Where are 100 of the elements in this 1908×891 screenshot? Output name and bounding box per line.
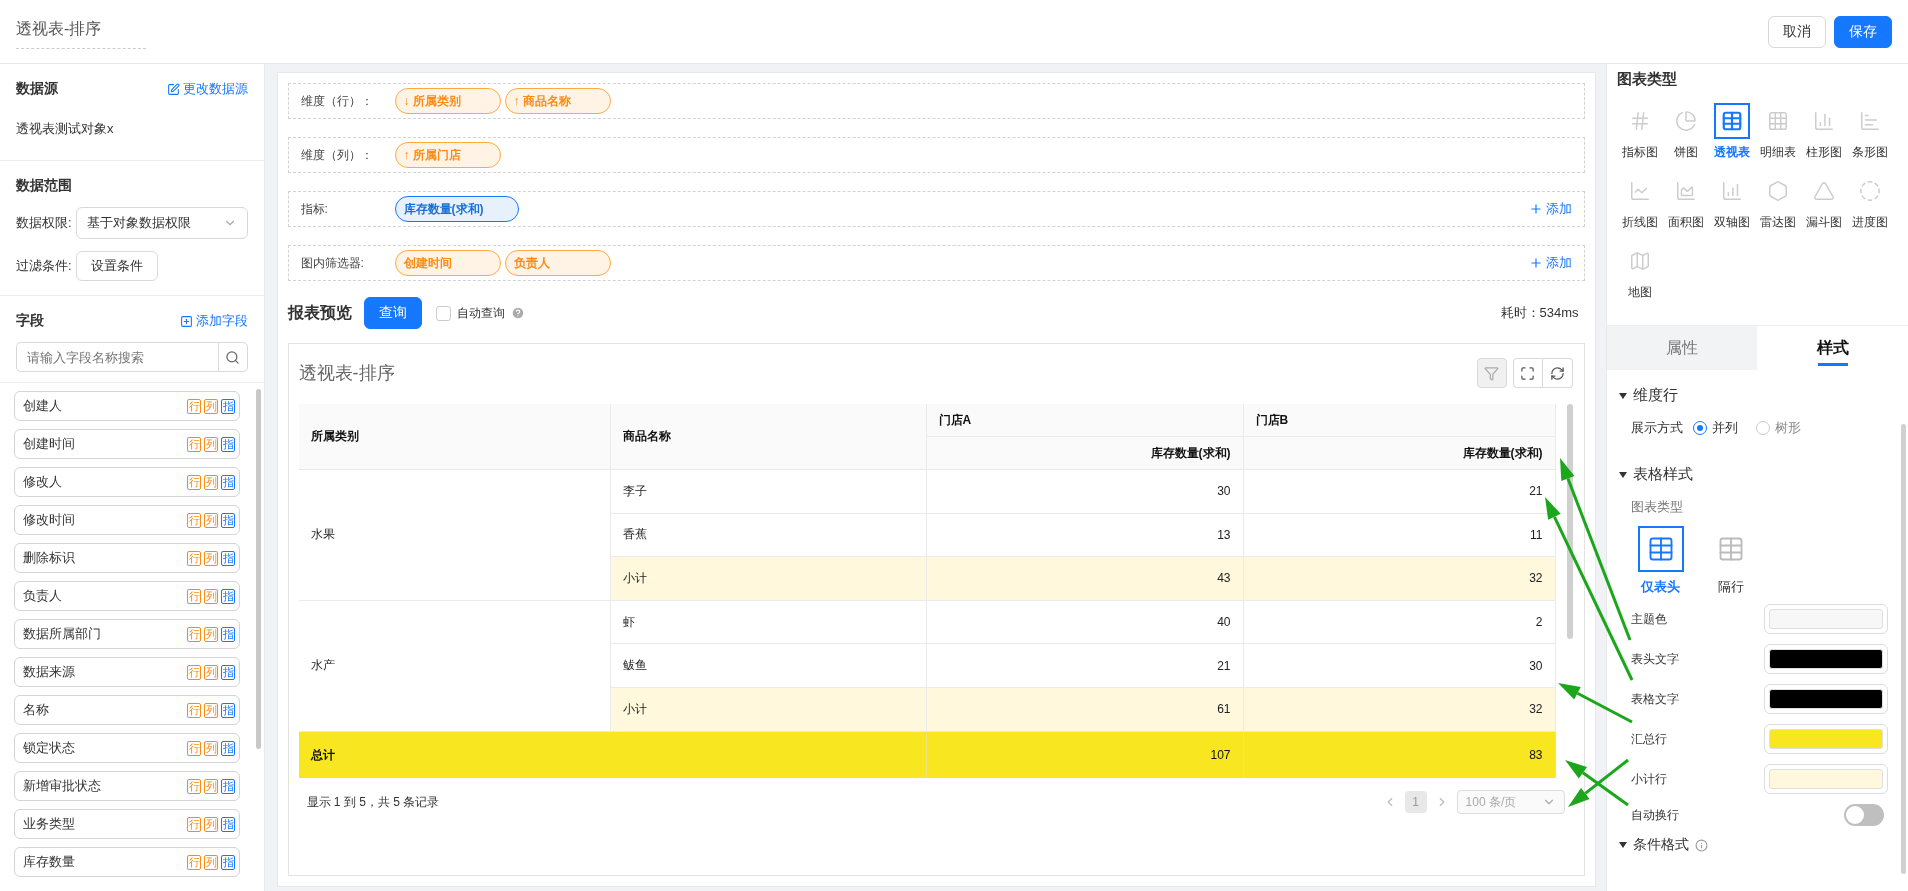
field-tag[interactable]: 列 [204,626,218,642]
page-number[interactable]: 1 [1404,791,1427,813]
field-tag[interactable]: 指 [221,512,235,528]
field-tag[interactable]: 行 [187,778,201,794]
report-title[interactable]: 透视表-排序 [16,14,146,49]
field-tag[interactable]: 行 [187,436,201,452]
field-chip[interactable]: ↑ 商品名称 [504,88,611,114]
chart-type-option[interactable]: 进度图 [1846,173,1893,231]
panel-tab[interactable]: 属性 [1606,326,1758,370]
field-item[interactable]: 负责人 行 列 指 [14,581,240,611]
chart-type-option[interactable]: 雷达图 [1754,173,1801,231]
field-item[interactable]: 库存数量 行 列 指 [14,847,240,877]
field-tag[interactable]: 指 [221,436,235,452]
field-tag[interactable]: 行 [187,550,201,566]
field-search-field[interactable]: 请输入字段名称搜索 [16,342,218,372]
field-chip[interactable]: ↓ 所属类别 [394,88,501,114]
field-tag[interactable]: 指 [221,740,235,756]
add-link[interactable]: 添加 [1528,254,1572,272]
field-tag[interactable]: 列 [204,816,218,832]
field-tag[interactable]: 指 [221,778,235,794]
field-tag[interactable]: 指 [221,398,235,414]
scrollbar[interactable] [1901,424,1906,874]
query-button[interactable]: 查询 [363,297,422,329]
help-icon[interactable] [510,306,525,320]
field-tag[interactable]: 行 [187,512,201,528]
info-icon[interactable] [1694,838,1708,852]
field-item[interactable]: 创建时间 行 列 指 [14,429,240,459]
field-tag[interactable]: 指 [221,664,235,680]
field-item[interactable]: 数据来源 行 列 指 [14,657,240,687]
field-tag[interactable]: 列 [204,474,218,490]
toggle-switch[interactable] [1844,804,1884,826]
add-link[interactable]: 添加 [1528,200,1572,218]
field-tag[interactable]: 列 [204,398,218,414]
chart-type-option[interactable]: 饼图 [1662,103,1709,161]
field-tag[interactable]: 行 [187,854,201,870]
field-item[interactable]: 修改人 行 列 指 [14,467,240,497]
scrollbar[interactable] [255,389,261,749]
chart-type-option[interactable]: 地图 [1616,243,1663,301]
field-item[interactable]: 数据所属部门 行 列 指 [14,619,240,649]
field-tag[interactable]: 行 [187,588,201,604]
field-item[interactable]: 创建人 行 列 指 [14,391,240,421]
chart-type-option[interactable]: 柱形图 [1800,103,1847,161]
field-item[interactable]: 删除标识 行 列 指 [14,543,240,573]
caret-icon[interactable] [1618,842,1627,848]
field-tag[interactable]: 行 [187,398,201,414]
field-tag[interactable]: 行 [187,740,201,756]
filter-icon[interactable] [1476,358,1507,388]
field-tag[interactable]: 列 [204,588,218,604]
field-item[interactable]: 名称 行 列 指 [14,695,240,725]
add-field-link[interactable]: 添加字段 [179,312,248,330]
save-button[interactable]: 保存 [1834,15,1892,48]
field-tag[interactable]: 行 [187,702,201,718]
field-tag[interactable]: 指 [221,550,235,566]
chart-type-option[interactable]: 透视表 [1708,103,1755,161]
chart-type-option[interactable]: 面积图 [1662,173,1709,231]
set-condition-button[interactable]: 设置条件 [75,251,158,281]
chart-type-option[interactable]: 漏斗图 [1800,173,1847,231]
chart-type-option[interactable]: 指标图 [1616,103,1663,161]
chart-type-option[interactable]: 明细表 [1754,103,1801,161]
field-chip[interactable]: ↑ 所属门店 [394,142,501,168]
field-tag[interactable]: 指 [221,702,235,718]
caret-icon[interactable] [1618,471,1627,478]
field-tag[interactable]: 列 [204,664,218,680]
chart-type-option[interactable]: 折线图 [1616,173,1663,231]
fullscreen-icon[interactable] [1512,358,1543,388]
field-tag[interactable]: 行 [187,816,201,832]
chart-type-option[interactable]: 双轴图 [1708,173,1755,231]
search-button[interactable] [217,342,248,372]
field-tag[interactable]: 指 [221,474,235,490]
page-size-select[interactable]: 100 条/页 [1456,790,1565,814]
refresh-icon[interactable] [1542,358,1573,388]
field-tag[interactable]: 指 [221,854,235,870]
field-tag[interactable]: 列 [204,702,218,718]
field-item[interactable]: 修改时间 行 列 指 [14,505,240,535]
auto-query-checkbox[interactable] [435,305,451,321]
field-label: 表格文字 [1630,690,1679,708]
field-tag[interactable]: 指 [221,816,235,832]
field-tag[interactable]: 列 [204,740,218,756]
field-tag[interactable]: 指 [221,626,235,642]
field-chip[interactable]: 库存数量(求和) [394,196,519,222]
caret-icon[interactable] [1618,392,1627,399]
field-tag[interactable]: 行 [187,664,201,680]
field-tag[interactable]: 列 [204,436,218,452]
field-tag[interactable]: 行 [187,474,201,490]
table-style-option[interactable]: 仅表头 [1636,526,1685,596]
change-datasource-link[interactable]: 更改数据源 [166,80,248,98]
field-item[interactable]: 新增审批状态 行 列 指 [14,771,240,801]
field-tag[interactable]: 列 [204,854,218,870]
field-tag[interactable]: 列 [204,512,218,528]
field-tag[interactable]: 列 [204,550,218,566]
field-tag[interactable]: 列 [204,778,218,794]
scrollbar[interactable] [1566,404,1573,639]
chart-type-option[interactable]: 条形图 [1846,103,1893,161]
field-item[interactable]: 锁定状态 行 列 指 [14,733,240,763]
field-item[interactable]: 业务类型 行 列 指 [14,809,240,839]
field-tag[interactable]: 指 [221,588,235,604]
field-tag[interactable]: 行 [187,626,201,642]
table-style-option[interactable]: 隔行 [1706,526,1755,596]
cancel-button[interactable]: 取消 [1768,15,1826,48]
permission-select[interactable]: 基于对象数据权限 [75,207,248,239]
